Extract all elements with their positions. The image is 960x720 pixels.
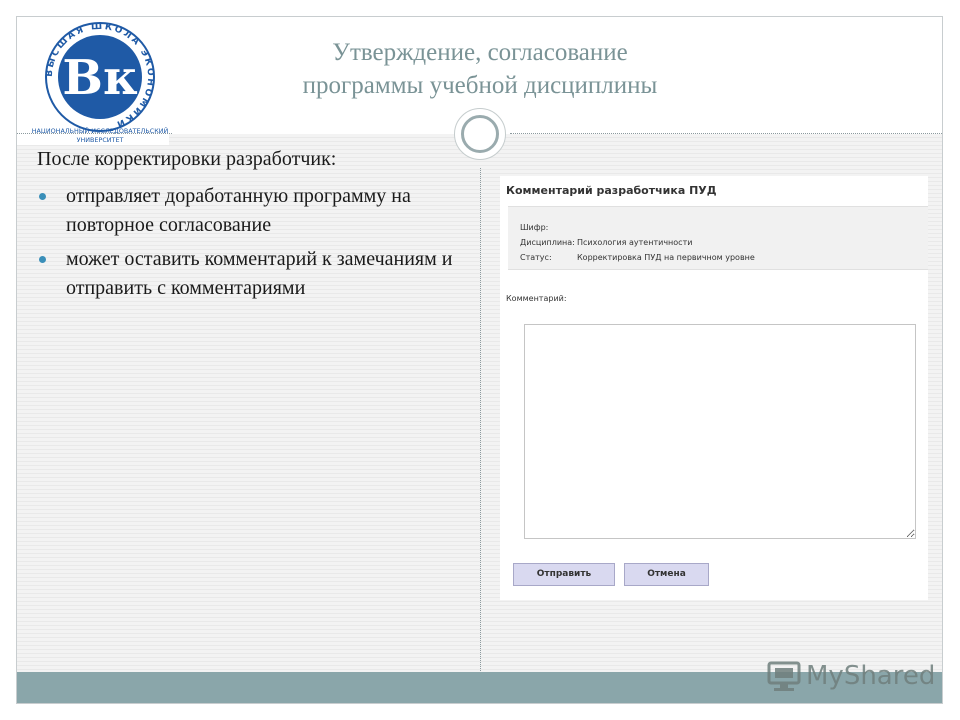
- logo-caption-line2: УНИВЕРСИТЕТ: [77, 136, 124, 144]
- myshared-icon: [767, 661, 801, 691]
- slide-subhead: После корректировки разработчик:: [37, 148, 337, 170]
- bullet-item: отправляет доработанную программу на пов…: [37, 182, 457, 240]
- hse-logo: ВЫСШАЯ ШКОЛА ЭКОНОМИКИ Вк НАЦИОНАЛЬНЫЙ И…: [17, 17, 169, 145]
- comment-label: Комментарий:: [506, 294, 567, 303]
- info-key-discipline: Дисциплина:: [520, 238, 575, 247]
- circle-ornament-icon: [454, 108, 506, 160]
- comment-textarea[interactable]: [524, 324, 916, 539]
- form-title: Комментарий разработчика ПУД: [506, 184, 717, 197]
- info-row-discipline: Дисциплина: Психология аутентичности: [520, 238, 692, 247]
- column-divider: [480, 168, 481, 671]
- myshared-watermark: MyShared: [766, 656, 935, 696]
- logo-monogram: Вк: [62, 50, 138, 106]
- header-divider-right: [510, 133, 942, 134]
- bullet-dot-icon: [39, 256, 46, 263]
- bullet-text: может оставить комментарий к замечаниям …: [66, 248, 453, 299]
- slide-title: Утверждение, согласование программы учеб…: [230, 36, 730, 102]
- bullet-item: может оставить комментарий к замечаниям …: [37, 245, 457, 303]
- watermark-text: MyShared: [806, 661, 936, 691]
- header-divider-left: [17, 133, 172, 134]
- comment-form-screenshot: Комментарий разработчика ПУД Шифр: Дисци…: [500, 176, 928, 600]
- info-value-status: Корректировка ПУД на первичном уровне: [577, 253, 755, 262]
- bullet-text: отправляет доработанную программу на пов…: [66, 185, 411, 236]
- hse-logo-icon: ВЫСШАЯ ШКОЛА ЭКОНОМИКИ Вк НАЦИОНАЛЬНЫЙ И…: [32, 22, 169, 144]
- bullet-dot-icon: [39, 193, 46, 200]
- bullet-list: отправляет доработанную программу на пов…: [37, 182, 457, 308]
- send-button[interactable]: Отправить: [513, 563, 615, 586]
- slide-title-line1: Утверждение, согласование: [332, 39, 628, 66]
- info-row-code: Шифр:: [520, 223, 577, 232]
- slide-title-line2: программы учебной дисциплины: [302, 72, 658, 99]
- form-info-panel: Шифр: Дисциплина: Психология аутентичност…: [508, 206, 928, 270]
- cancel-button[interactable]: Отмена: [624, 563, 709, 586]
- info-key-status: Статус:: [520, 253, 552, 262]
- info-value-discipline: Психология аутентичности: [577, 238, 693, 247]
- info-row-status: Статус: Корректировка ПУД на первичном ур…: [520, 253, 755, 262]
- info-key-code: Шифр:: [520, 223, 549, 232]
